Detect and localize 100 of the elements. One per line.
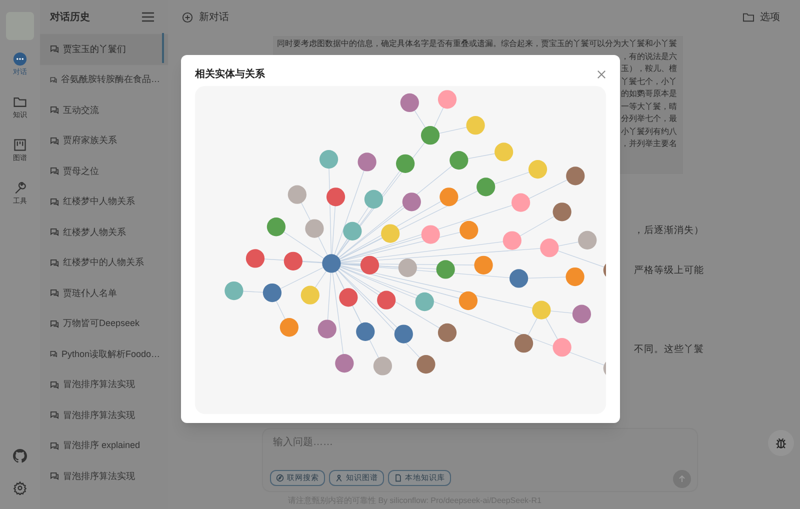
graph-node[interactable] — [474, 256, 493, 274]
bug-icon — [775, 437, 787, 449]
graph-node[interactable] — [326, 188, 346, 206]
graph-node[interactable] — [466, 116, 485, 135]
graph-node[interactable] — [262, 283, 282, 302]
graph-node[interactable] — [356, 322, 375, 342]
graph-node[interactable] — [266, 218, 286, 236]
settings-icon[interactable] — [13, 481, 27, 495]
history-item[interactable]: 冒泡排序 explained — [40, 430, 168, 461]
graph-node[interactable] — [438, 90, 457, 109]
message-text: ，有的说法是六 — [621, 50, 677, 62]
graph-node[interactable] — [402, 192, 421, 212]
graph-node[interactable] — [421, 225, 440, 244]
document-icon — [394, 474, 402, 482]
chat-icon — [50, 350, 58, 358]
graph-node[interactable] — [528, 160, 548, 179]
history-item[interactable]: 冒泡排序算法实现 — [40, 400, 168, 430]
graph-node[interactable] — [566, 267, 584, 286]
graph-node[interactable] — [511, 193, 530, 212]
history-item[interactable]: 贾母之位 — [40, 156, 168, 186]
graph-node[interactable] — [396, 154, 415, 173]
graph-node[interactable] — [566, 166, 585, 186]
graph-node[interactable] — [373, 356, 392, 376]
message-text: 小丫鬟列有约八 — [621, 126, 677, 138]
graph-node[interactable] — [436, 260, 455, 279]
graph-node[interactable] — [400, 93, 419, 112]
chat-icon — [50, 472, 59, 480]
graph-node[interactable] — [514, 334, 534, 353]
graph-node[interactable] — [394, 324, 413, 344]
graph-node[interactable] — [280, 318, 298, 337]
history-item[interactable]: 红楼梦中人物关系 — [40, 186, 168, 217]
scrollbar[interactable] — [162, 33, 164, 63]
graph-node[interactable] — [300, 286, 320, 304]
graph-node[interactable] — [572, 304, 592, 324]
options-button[interactable]: 选项 — [743, 10, 780, 24]
graph-node[interactable] — [335, 354, 354, 373]
history-item[interactable]: 谷氨酰胺转胺酶在食品… — [40, 64, 168, 95]
graph-node[interactable] — [540, 238, 559, 258]
message-text: 同时要考虑图数据中的信息，确定具体名字是否有重叠或遗漏。综合起来，贾宝玉的丫鬟可以分为大丫鬟和小丫鬟 — [277, 38, 677, 50]
graph-node[interactable] — [358, 152, 376, 172]
graph-node[interactable] — [398, 258, 417, 278]
chat-icon — [50, 198, 59, 206]
graph-node[interactable] — [476, 178, 496, 196]
graph-node[interactable] — [438, 323, 457, 342]
graph-node[interactable] — [288, 185, 306, 204]
bug-report-button[interactable] — [768, 430, 794, 456]
compass-icon — [276, 474, 284, 482]
graph-node[interactable] — [224, 281, 244, 300]
graph-node[interactable] — [458, 291, 478, 310]
graph-node[interactable] — [284, 252, 302, 270]
message-text: 一等大丫鬟，晴 — [621, 100, 677, 112]
graph-node[interactable] — [552, 338, 572, 357]
graph-node[interactable] — [510, 269, 528, 288]
graph-node[interactable] — [377, 290, 396, 310]
graph-node[interactable] — [360, 256, 380, 274]
chat-icon — [50, 258, 59, 267]
graph-node[interactable] — [532, 300, 551, 320]
history-item[interactable]: 贾琏仆人名单 — [40, 278, 168, 308]
graph-node[interactable] — [460, 220, 478, 240]
wrench-icon — [13, 181, 27, 195]
chat-icon — [50, 442, 59, 450]
plus-circle-icon — [182, 12, 193, 22]
graph-node[interactable] — [322, 254, 341, 273]
graph-node[interactable] — [246, 249, 265, 268]
message-text: 的如鹦哥原本是 — [621, 88, 677, 100]
graph-node[interactable] — [319, 150, 338, 169]
arrow-up-icon — [678, 475, 686, 483]
new-chat-button[interactable]: 新对话 — [182, 10, 229, 24]
history-item[interactable]: 冒泡排序算法实现 — [40, 370, 168, 400]
history-item[interactable]: 万物皆可Deepseek — [40, 308, 168, 339]
board-icon — [13, 138, 27, 152]
history-item[interactable]: 互动交流 — [40, 95, 168, 126]
menu-icon[interactable] — [142, 12, 154, 22]
graph-node[interactable] — [440, 188, 458, 206]
graph-node[interactable] — [415, 292, 434, 312]
graph-node[interactable] — [339, 288, 358, 307]
graph-node[interactable] — [502, 231, 522, 250]
graph-node[interactable] — [552, 202, 572, 222]
github-icon[interactable] — [13, 449, 27, 463]
graph-node[interactable] — [381, 224, 400, 243]
graph-node[interactable] — [578, 230, 597, 250]
history-item[interactable]: 贾府家族关系 — [40, 126, 168, 156]
close-icon[interactable] — [597, 70, 606, 78]
message-text: 不同。这些丫鬟 — [634, 342, 704, 356]
graph-node[interactable] — [318, 320, 336, 338]
message-text: 严格等级上可能 — [634, 264, 704, 278]
history-item[interactable]: Python读取解析Foodo… — [40, 339, 168, 370]
graph-node[interactable] — [450, 151, 468, 170]
chat-icon — [50, 320, 59, 328]
message-text: 分列举七个，最 — [621, 113, 677, 125]
history-item[interactable]: 红楼梦中的人物关系 — [40, 248, 168, 278]
graph-node[interactable] — [364, 190, 384, 209]
graph-node[interactable] — [420, 126, 440, 145]
graph-node[interactable] — [343, 222, 362, 241]
history-item[interactable]: 贾宝玉的丫鬟们 — [40, 34, 168, 64]
history-item[interactable]: 冒泡排序算法实现 — [40, 461, 168, 492]
history-item[interactable]: 红楼梦人物关系 — [40, 217, 168, 248]
graph-node[interactable] — [305, 219, 324, 238]
graph-node[interactable] — [416, 355, 436, 374]
graph-node[interactable] — [494, 142, 514, 162]
